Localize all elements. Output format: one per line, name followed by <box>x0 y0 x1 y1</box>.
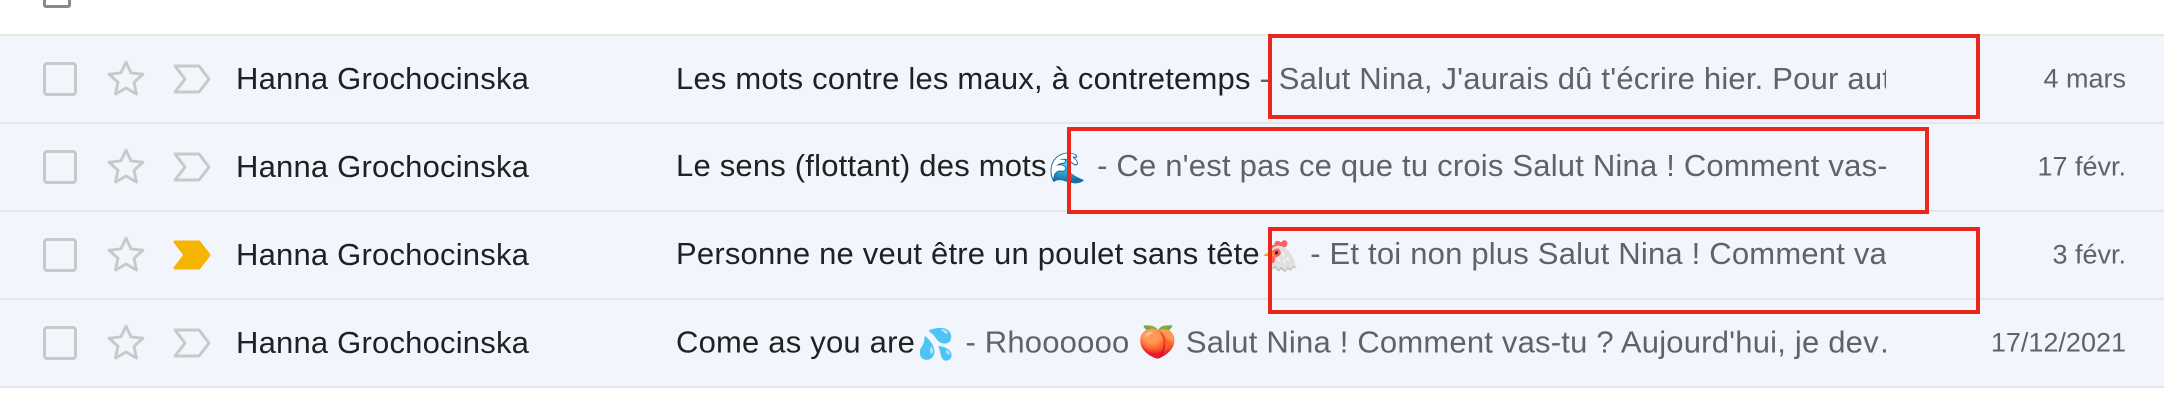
wave-emoji-icon: 🌊 <box>1048 152 1087 185</box>
email-row[interactable]: Hanna Grochocinska Le sens (flottant) de… <box>0 124 2164 212</box>
important-marker-icon[interactable] <box>172 327 212 359</box>
email-subject: Les mots contre les maux, à contretemps <box>676 61 1251 96</box>
email-row[interactable]: Hanna Grochocinska Les mots contre les m… <box>0 36 2164 124</box>
email-subject: Come as you are <box>676 324 916 360</box>
email-snippet: - Salut Nina, J'aurais dû t'écrire hier.… <box>1250 61 1886 96</box>
email-list: Hanna Grochocinska Les mots contre les m… <box>0 36 2164 388</box>
sender-name: Hanna Grochocinska <box>236 325 530 360</box>
star-outline-icon[interactable] <box>104 57 148 101</box>
email-row[interactable]: Hanna Grochocinska Come as you are💦 - Rh… <box>0 300 2164 388</box>
email-content: Personne ne veut être un poulet sans têt… <box>676 236 1886 274</box>
email-subject: Le sens (flottant) des mots <box>676 148 1047 183</box>
email-row[interactable]: Hanna Grochocinska Personne ne veut être… <box>0 212 2164 300</box>
star-outline-icon[interactable] <box>104 145 148 189</box>
email-subject: Personne ne veut être un poulet sans têt… <box>676 236 1260 271</box>
important-marker-icon[interactable] <box>172 151 212 183</box>
email-date: 3 févr. <box>2052 239 2126 270</box>
sender-name: Hanna Grochocinska <box>236 237 530 272</box>
toolbar-area <box>0 0 2164 36</box>
important-marker-active-icon[interactable] <box>172 239 212 271</box>
important-marker-icon[interactable] <box>172 63 212 95</box>
star-outline-icon[interactable] <box>104 233 148 277</box>
chicken-emoji-icon: 🐔 <box>1261 240 1300 273</box>
sender-name: Hanna Grochocinska <box>236 149 530 184</box>
select-all-checkbox-icon[interactable] <box>43 0 71 8</box>
email-content: Les mots contre les maux, à contretemps … <box>676 61 1886 97</box>
droplets-emoji-icon: 💦 <box>917 328 955 362</box>
checkbox-icon[interactable] <box>43 238 77 272</box>
checkbox-icon[interactable] <box>43 62 77 96</box>
email-date: 17 févr. <box>2037 151 2126 182</box>
checkbox-icon[interactable] <box>43 150 77 184</box>
email-date: 17/12/2021 <box>1990 327 2126 358</box>
star-outline-icon[interactable] <box>104 321 148 365</box>
email-date: 4 mars <box>2043 63 2126 94</box>
email-content: Le sens (flottant) des mots🌊 - Ce n'est … <box>676 148 1886 186</box>
email-snippet: - Et toi non plus Salut Nina ! Comment v… <box>1301 236 1886 271</box>
sender-name: Hanna Grochocinska <box>236 61 530 96</box>
email-snippet: - Rhoooooo 🍑 Salut Nina ! Comment vas-tu… <box>956 324 1886 360</box>
email-snippet: - Ce n'est pas ce que tu crois Salut Nin… <box>1088 148 1886 183</box>
email-content: Come as you are💦 - Rhoooooo 🍑 Salut Nina… <box>676 324 1886 363</box>
checkbox-icon[interactable] <box>43 326 77 360</box>
